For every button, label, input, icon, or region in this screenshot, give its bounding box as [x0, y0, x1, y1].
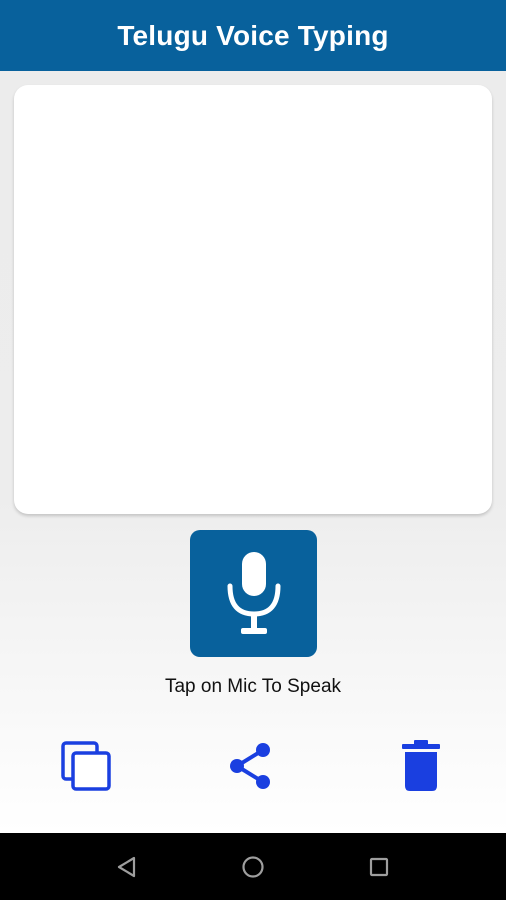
nav-home-button[interactable] [223, 833, 283, 900]
trash-icon [402, 740, 440, 791]
mic-icon [227, 551, 280, 634]
text-card [14, 85, 492, 514]
nav-back-button[interactable] [96, 833, 156, 900]
app-bar: Telugu Voice Typing [0, 0, 506, 71]
share-button[interactable] [218, 734, 282, 798]
mic-button[interactable] [190, 530, 317, 657]
home-circle-icon [242, 855, 264, 878]
nav-recents-button[interactable] [349, 833, 409, 900]
mic-hint-text: Tap on Mic To Speak [164, 676, 342, 697]
back-triangle-icon [117, 856, 136, 877]
app-title: Telugu Voice Typing [117, 19, 389, 51]
recents-square-icon [369, 857, 389, 876]
speech-text-area[interactable] [14, 85, 492, 514]
copy-icon [61, 741, 111, 791]
delete-button[interactable] [389, 734, 453, 798]
system-nav-bar [0, 833, 506, 900]
share-icon [230, 743, 270, 789]
copy-button[interactable] [54, 734, 118, 798]
